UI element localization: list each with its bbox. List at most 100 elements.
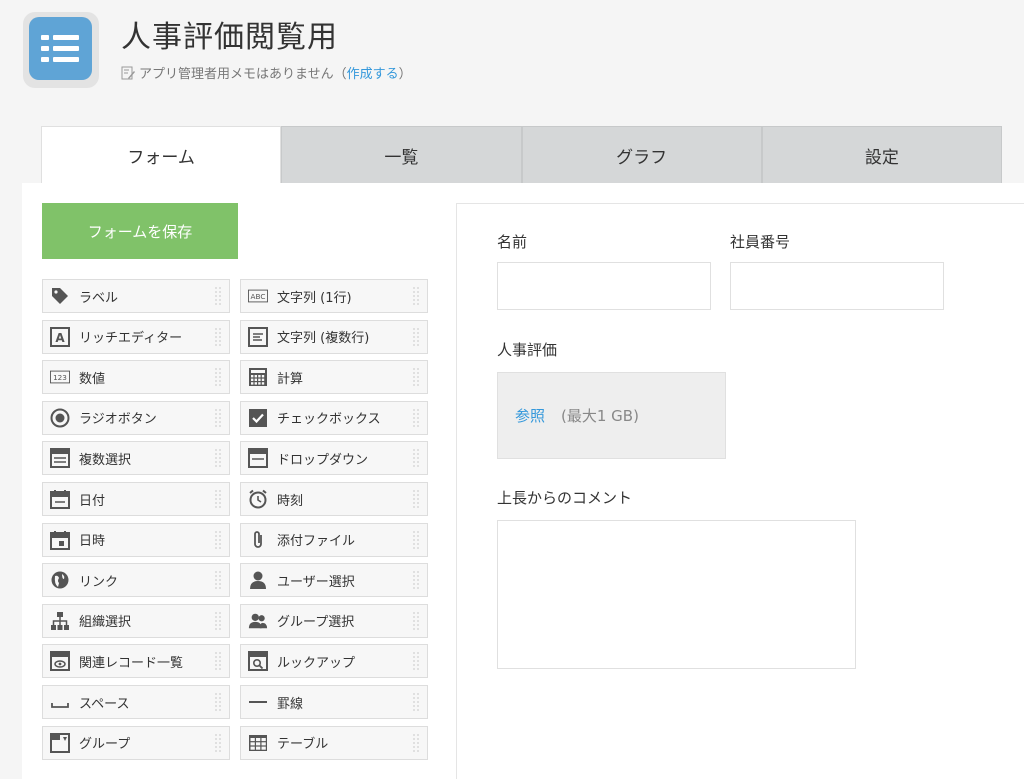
- browse-link[interactable]: 参照: [515, 405, 545, 426]
- palette-item-7[interactable]: ラジオボタン: [42, 400, 230, 435]
- palette-item-label: チェックボックス: [277, 412, 381, 428]
- clock-icon: [248, 489, 268, 509]
- palette-item-14[interactable]: 添付ファイル: [240, 522, 428, 557]
- group-icon: [248, 611, 268, 631]
- palette-item-11[interactable]: 日付: [42, 482, 230, 516]
- calendar-icon: [50, 489, 70, 509]
- table-icon: [248, 733, 268, 753]
- tab-graph[interactable]: グラフ: [521, 126, 762, 184]
- drag-handle-icon[interactable]: [411, 488, 421, 510]
- drag-handle-icon[interactable]: [213, 366, 223, 388]
- drag-handle-icon[interactable]: [213, 650, 223, 672]
- palette-item-23[interactable]: グループ: [42, 725, 230, 760]
- palette-item-label: 計算: [277, 371, 304, 387]
- drag-handle-icon[interactable]: [411, 529, 421, 551]
- palette-item-16[interactable]: ユーザー選択: [240, 563, 428, 598]
- name-input[interactable]: [497, 262, 711, 310]
- multi-select-icon: [50, 448, 70, 469]
- comment-textarea[interactable]: [497, 520, 856, 669]
- palette-item-1[interactable]: ラベル: [42, 279, 230, 313]
- space-icon: [50, 692, 70, 712]
- palette-item-17[interactable]: 組織選択: [42, 603, 230, 638]
- employee-no-field-label: 社員番号: [730, 233, 791, 251]
- user-icon: [248, 570, 268, 590]
- memo-edit-icon: [121, 66, 135, 79]
- palette-item-label: 関連レコード一覧: [79, 655, 184, 671]
- palette-item-label: スペース: [79, 696, 130, 712]
- drag-handle-icon[interactable]: [213, 285, 223, 307]
- tab-form[interactable]: フォーム: [41, 126, 282, 184]
- palette-item-9[interactable]: 複数選択: [42, 441, 230, 476]
- paperclip-icon: [248, 530, 268, 550]
- name-field-label: 名前: [497, 233, 528, 251]
- checkbox-icon: [248, 408, 268, 428]
- svg-text:A: A: [55, 331, 65, 345]
- svg-text:123: 123: [53, 373, 67, 382]
- drag-handle-icon[interactable]: [411, 610, 421, 632]
- calculator-icon: [248, 367, 268, 387]
- palette-item-label: ルックアップ: [277, 655, 356, 671]
- palette-item-13[interactable]: 日時: [42, 522, 230, 557]
- drag-handle-icon[interactable]: [213, 691, 223, 713]
- app-icon: [23, 12, 99, 88]
- app-memo: アプリ管理者用メモはありません（ 作成する）: [121, 63, 412, 82]
- palette-item-10[interactable]: ドロップダウン: [240, 441, 428, 476]
- palette-item-label: 罫線: [277, 696, 304, 712]
- drag-handle-icon[interactable]: [411, 447, 421, 469]
- drag-handle-icon[interactable]: [411, 326, 421, 348]
- palette-item-3[interactable]: A リッチエディター: [42, 319, 230, 354]
- file-upload-box[interactable]: 参照 (最大1 GB): [497, 372, 726, 459]
- palette-item-6[interactable]: 計算: [240, 360, 428, 395]
- number-123-icon: 123: [50, 367, 70, 387]
- palette-item-20[interactable]: ルックアップ: [240, 644, 428, 679]
- drag-handle-icon[interactable]: [213, 488, 223, 510]
- employee-no-input[interactable]: [730, 262, 944, 310]
- palette-item-18[interactable]: グループ選択: [240, 603, 428, 638]
- drag-handle-icon[interactable]: [213, 326, 223, 348]
- tab-list[interactable]: 一覧: [281, 126, 522, 184]
- drag-handle-icon[interactable]: [411, 569, 421, 591]
- datetime-icon: [50, 530, 70, 550]
- palette-item-4[interactable]: 文字列 (複数行): [240, 319, 428, 354]
- palette-item-19[interactable]: 関連レコード一覧: [42, 644, 230, 679]
- drag-handle-icon[interactable]: [213, 569, 223, 591]
- palette-item-8[interactable]: チェックボックス: [240, 400, 428, 435]
- palette-item-2[interactable]: ABC 文字列 (1行): [240, 279, 428, 313]
- palette-item-15[interactable]: リンク: [42, 563, 230, 598]
- radio-icon: [50, 408, 70, 428]
- drag-handle-icon[interactable]: [213, 407, 223, 429]
- palette-item-label: ユーザー選択: [277, 574, 355, 590]
- palette-item-5[interactable]: 123 数値: [42, 360, 230, 395]
- drag-handle-icon[interactable]: [213, 447, 223, 469]
- drag-handle-icon[interactable]: [213, 529, 223, 551]
- drag-handle-icon[interactable]: [213, 732, 223, 754]
- abc-icon: ABC: [248, 286, 268, 306]
- palette-item-12[interactable]: 時刻: [240, 482, 428, 516]
- drag-handle-icon[interactable]: [411, 691, 421, 713]
- form-editor: フォームを保存 ラベル ABC 文字列 (1行) A リッチエディター 文字列 (複数行)…: [22, 183, 1024, 779]
- memo-close: ）: [398, 67, 412, 82]
- svg-text:ABC: ABC: [251, 292, 266, 301]
- globe-icon: [50, 570, 70, 590]
- palette-item-label: 文字列 (複数行): [277, 331, 370, 347]
- drag-handle-icon[interactable]: [411, 732, 421, 754]
- drag-handle-icon[interactable]: [411, 650, 421, 672]
- memo-text: アプリ管理者用メモはありません（: [139, 67, 347, 82]
- multiline-text-icon: [248, 326, 268, 347]
- palette-item-24[interactable]: テーブル: [240, 725, 428, 760]
- palette-item-label: 複数選択: [79, 452, 132, 468]
- palette-item-21[interactable]: スペース: [42, 685, 230, 719]
- create-memo-link[interactable]: 作成する: [347, 63, 399, 82]
- palette-item-label: グループ: [79, 737, 131, 753]
- palette-item-22[interactable]: 罫線: [240, 685, 428, 719]
- tab-settings[interactable]: 設定: [761, 126, 1002, 184]
- drag-handle-icon[interactable]: [411, 407, 421, 429]
- drag-handle-icon[interactable]: [411, 285, 421, 307]
- drag-handle-icon[interactable]: [411, 366, 421, 388]
- related-records-icon: [50, 651, 70, 672]
- drag-handle-icon[interactable]: [213, 610, 223, 632]
- org-icon: [50, 611, 70, 631]
- save-form-button[interactable]: フォームを保存: [42, 203, 238, 259]
- rich-editor-icon: A: [50, 326, 70, 347]
- palette-item-label: ドロップダウン: [277, 452, 369, 468]
